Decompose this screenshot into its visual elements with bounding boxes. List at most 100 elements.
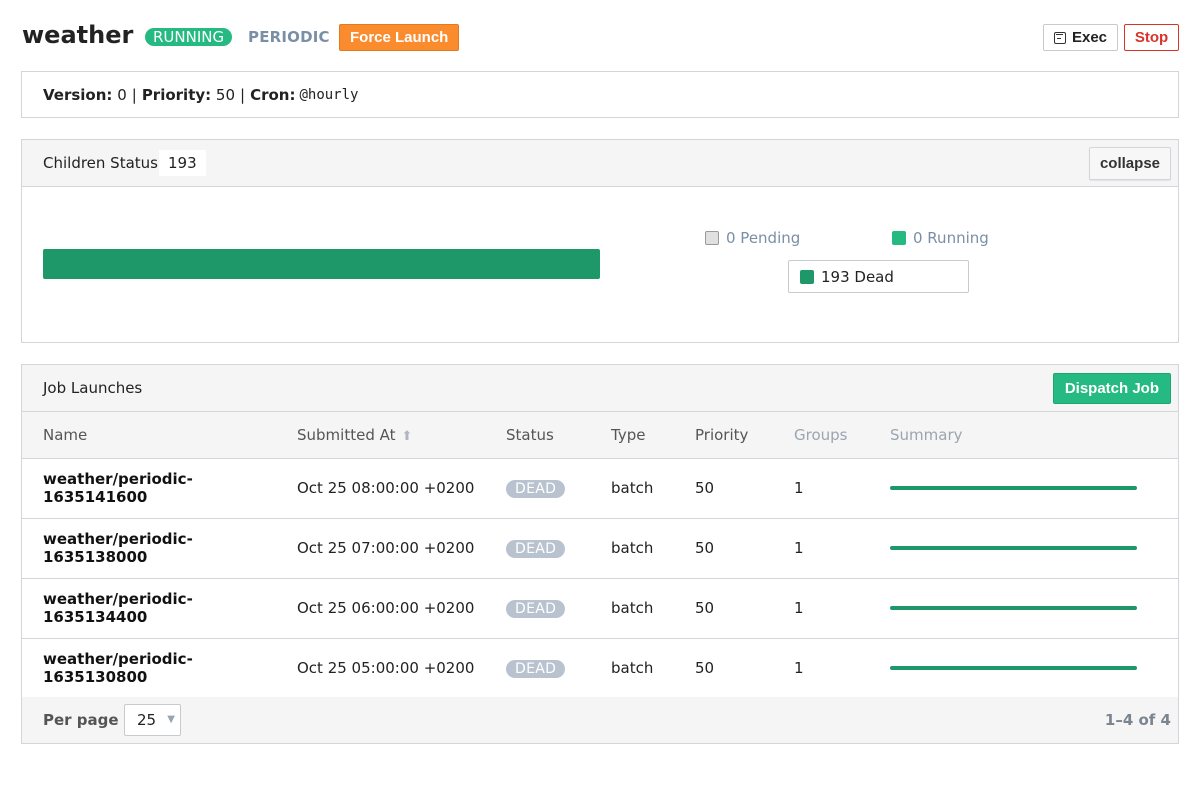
status-badge: DEAD [506,599,566,618]
separator: | [131,85,137,104]
priority-cell: 50 [695,539,715,557]
terminal-icon [1053,31,1066,44]
status-cell: DEAD [506,638,611,698]
exec-button[interactable]: Exec [1043,24,1118,51]
groups-cell: 1 [794,599,804,617]
status-cell: DEAD [506,458,611,518]
submitted-at: Oct 25 07:00:00 +0200 [297,539,475,557]
summary-bar [890,486,1137,490]
dispatch-job-button[interactable]: Dispatch Job [1052,373,1171,404]
status-badge: DEAD [506,659,566,678]
column-header-priority[interactable]: Priority [695,412,794,459]
version-value: 0 [117,85,127,104]
summary-bar [890,546,1137,550]
status-badge: RUNNING [145,28,233,46]
job-title: weather [22,21,134,49]
table-row[interactable]: weather/periodic-1635138000 Oct 25 07:00… [22,518,1178,578]
column-header-summary-label: Summary [890,425,963,444]
column-header-submitted-label: Submitted At [297,425,396,444]
summary-bar [890,606,1137,610]
priority-value: 50 [215,85,236,104]
job-type-tag: PERIODIC [248,28,330,46]
per-page-value: 25 [137,711,157,729]
summary-cell [890,458,1178,518]
groups-cell: 1 [794,479,804,497]
summary-cell [890,638,1178,698]
pending-swatch [705,231,719,245]
legend-running[interactable]: 0 Running [892,229,989,247]
dead-bar-segment[interactable] [43,249,600,279]
submitted-at: Oct 25 08:00:00 +0200 [297,479,475,497]
force-launch-button[interactable]: Force Launch [339,24,460,51]
job-launches-header: Job Launches Dispatch Job [22,365,1178,412]
type-cell: batch [611,599,654,617]
priority-cell: 50 [695,659,715,677]
job-launches-panel: Job Launches Dispatch Job Name Submitted… [21,364,1179,744]
exec-button-label: Exec [1071,29,1108,46]
column-header-name[interactable]: Name [22,412,297,459]
job-meta-box: Version: 0 | Priority: 50 | Cron: @hourl… [21,71,1179,118]
column-header-priority-label: Priority [695,425,749,444]
per-page-label: Per page [43,711,119,729]
job-launches-title: Job Launches [43,379,143,397]
table-row[interactable]: weather/periodic-1635141600 Oct 25 08:00… [22,458,1178,518]
summary-bar [890,666,1137,670]
children-status-title: Children Status [43,154,158,172]
column-header-groups-label: Groups [794,425,848,444]
job-name[interactable]: weather/periodic-1635141600 [22,458,297,518]
groups-cell: 1 [794,659,804,677]
column-header-type[interactable]: Type [611,412,695,459]
priority-cell: 50 [695,599,715,617]
summary-cell [890,578,1178,638]
status-cell: DEAD [506,518,611,578]
version-label: Version: [43,85,113,104]
table-row[interactable]: weather/periodic-1635134400 Oct 25 06:00… [22,578,1178,638]
type-cell: batch [611,659,654,677]
job-name[interactable]: weather/periodic-1635130800 [22,638,297,698]
job-launches-table: Name Submitted At ⬆ Status Type Priority … [22,412,1178,699]
table-row[interactable]: weather/periodic-1635130800 Oct 25 05:00… [22,638,1178,698]
children-status-bar[interactable] [43,249,600,279]
legend-dead-label: 193 Dead [821,267,894,286]
column-header-name-label: Name [43,425,88,444]
type-cell: batch [611,539,654,557]
children-count-badge: 193 [159,150,206,176]
groups-cell: 1 [794,539,804,557]
separator: | [240,85,246,104]
legend-dead[interactable]: 193 Dead [788,260,969,293]
column-header-submitted[interactable]: Submitted At ⬆ [297,412,506,459]
running-swatch [892,231,906,245]
priority-cell: 50 [695,479,715,497]
sort-ascending-icon: ⬆ [401,428,413,444]
stop-button[interactable]: Stop [1124,24,1179,51]
legend-pending-label: 0 Pending [726,229,801,247]
priority-label: Priority: [141,85,212,104]
collapse-button[interactable]: collapse [1088,147,1171,180]
column-header-status[interactable]: Status [506,412,611,459]
status-badge: DEAD [506,479,566,498]
column-header-groups: Groups [794,412,890,459]
cron-label: Cron: [250,85,296,104]
status-badge: DEAD [506,539,566,558]
table-header-row: Name Submitted At ⬆ Status Type Priority … [22,412,1178,459]
pagination-info: 1–4 of 4 [1104,711,1171,729]
submitted-at: Oct 25 05:00:00 +0200 [297,659,475,677]
legend-pending[interactable]: 0 Pending [705,229,800,247]
status-cell: DEAD [506,578,611,638]
dead-swatch [800,269,814,284]
type-cell: batch [611,479,654,497]
column-header-status-label: Status [506,425,554,444]
job-name[interactable]: weather/periodic-1635138000 [22,518,297,578]
table-footer: Per page 25 ▼ 1–4 of 4 [22,697,1178,743]
summary-cell [890,518,1178,578]
legend-running-label: 0 Running [913,229,989,247]
chevron-down-icon: ▼ [167,714,175,725]
children-status-header: Children Status 193 collapse [22,140,1178,187]
column-header-summary: Summary [890,412,1178,459]
column-header-type-label: Type [611,425,646,444]
children-status-panel: Children Status 193 collapse 0 Pending 0… [21,139,1179,343]
job-name[interactable]: weather/periodic-1635134400 [22,578,297,638]
per-page-select[interactable]: 25 ▼ [124,704,181,736]
submitted-at: Oct 25 06:00:00 +0200 [297,599,475,617]
cron-value: @hourly [299,86,359,103]
